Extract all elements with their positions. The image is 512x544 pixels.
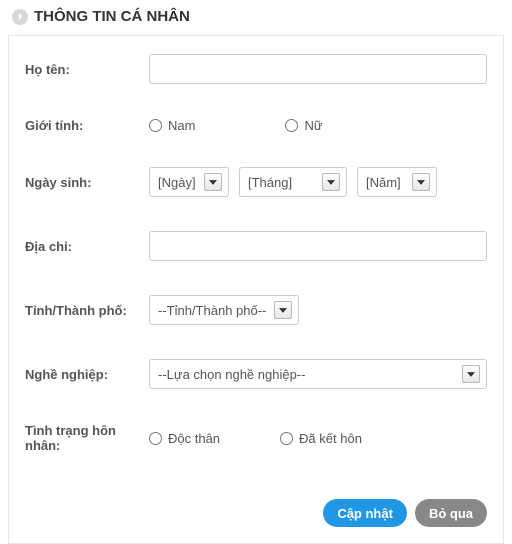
select-dob-year[interactable]: [Năm] — [357, 167, 437, 197]
chevron-down-icon — [462, 365, 480, 383]
radio-label-single: Độc thân — [168, 431, 220, 446]
row-gender: Giới tính: Nam Nữ — [25, 118, 487, 133]
radio-label-male: Nam — [168, 118, 195, 133]
label-address: Địa chỉ: — [25, 239, 149, 254]
chevron-down-icon — [204, 173, 222, 191]
row-fullname: Họ tên: — [25, 54, 487, 84]
label-fullname: Họ tên: — [25, 62, 149, 77]
radio-marital-single[interactable] — [149, 432, 162, 445]
radio-label-female: Nữ — [304, 118, 322, 133]
select-province[interactable]: --Tỉnh/Thành phố-- — [149, 295, 299, 325]
row-address: Địa chỉ: — [25, 231, 487, 261]
radio-label-married: Đã kết hôn — [299, 431, 362, 446]
label-gender: Giới tính: — [25, 118, 149, 133]
fullname-input[interactable] — [149, 54, 487, 84]
radio-marital-married[interactable] — [280, 432, 293, 445]
address-input[interactable] — [149, 231, 487, 261]
row-dob: Ngày sinh: [Ngày] [Tháng] [Năm] — [25, 167, 487, 197]
update-button[interactable]: Cập nhật — [323, 499, 407, 527]
skip-button[interactable]: Bỏ qua — [415, 499, 487, 527]
label-dob: Ngày sinh: — [25, 175, 149, 190]
select-occupation[interactable]: --Lựa chọn nghề nghiệp-- — [149, 359, 487, 389]
chevron-down-icon — [274, 301, 292, 319]
row-occupation: Nghề nghiệp: --Lựa chọn nghề nghiệp-- — [25, 359, 487, 389]
select-dob-month[interactable]: [Tháng] — [239, 167, 347, 197]
panel-header: THÔNG TIN CÁ NHÂN — [0, 0, 512, 35]
row-marital: Tình trạng hôn nhân: Độc thân Đã kết hôn — [25, 423, 487, 453]
label-occupation: Nghề nghiệp: — [25, 367, 149, 382]
label-marital: Tình trạng hôn nhân: — [25, 423, 149, 453]
chevron-down-icon — [322, 173, 340, 191]
label-province: Tỉnh/Thành phố: — [25, 303, 149, 318]
form-actions: Cập nhật Bỏ qua — [25, 499, 487, 527]
select-dob-day[interactable]: [Ngày] — [149, 167, 229, 197]
row-province: Tỉnh/Thành phố: --Tỉnh/Thành phố-- — [25, 295, 487, 325]
chevron-down-icon — [412, 173, 430, 191]
page-title: THÔNG TIN CÁ NHÂN — [34, 8, 190, 25]
chevron-right-icon — [12, 9, 28, 25]
radio-gender-female[interactable] — [285, 119, 298, 132]
form-panel: Họ tên: Giới tính: Nam Nữ Ngày sinh: [Ng… — [8, 35, 504, 544]
radio-gender-male[interactable] — [149, 119, 162, 132]
